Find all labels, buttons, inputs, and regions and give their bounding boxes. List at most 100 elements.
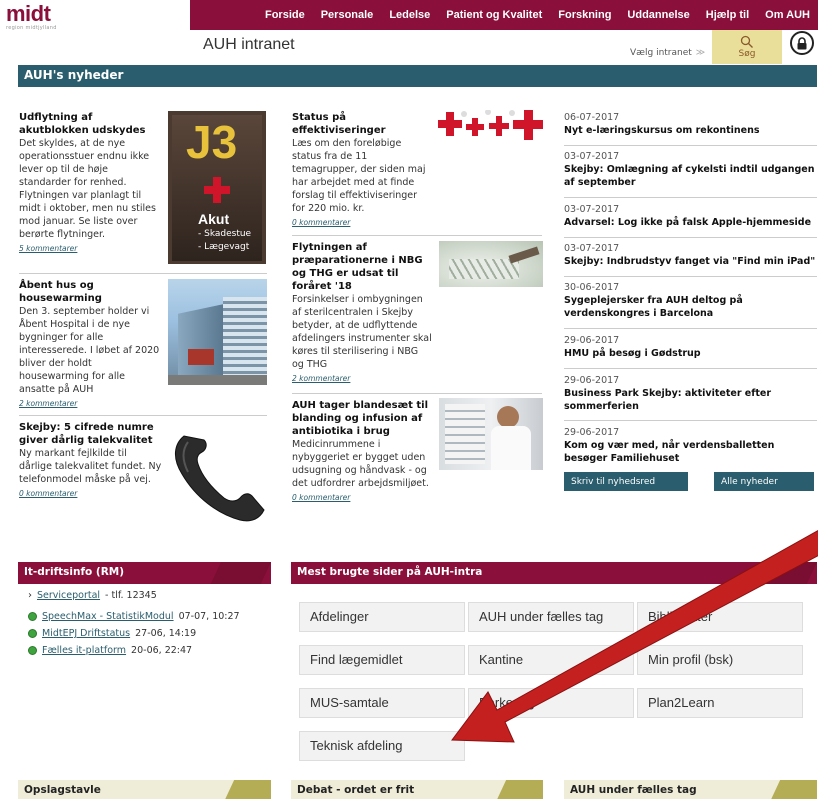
it-header-text: It-driftsinfo (RM) [24, 566, 125, 578]
it-status-link[interactable]: MidtEPJ Driftstatus [42, 628, 130, 639]
quick-link-kantine[interactable]: Kantine [468, 645, 634, 675]
side-news-item[interactable]: 03-07-2017 Skejby: Indbrudstyv fanget vi… [564, 242, 817, 268]
side-news-item[interactable]: 30-06-2017 Sygeplejersker fra AUH deltog… [564, 281, 817, 320]
site-title: AUH intranet [203, 36, 295, 53]
it-status-time: 07-07, 10:27 [178, 611, 240, 622]
quick-link-mus-samtale[interactable]: MUS-samtale [299, 688, 465, 718]
nav-uddannelse[interactable]: Uddannelse [619, 9, 697, 21]
status-ok-icon [28, 612, 37, 621]
article[interactable]: AUH tager blandesæt til blanding og infu… [292, 399, 432, 504]
divider [564, 276, 817, 277]
search-button[interactable]: Søg [712, 30, 782, 64]
comments-link[interactable]: 2 kommentarer [19, 397, 162, 410]
nav-ledelse[interactable]: Ledelse [381, 9, 438, 21]
side-news-item[interactable]: 29-06-2017 HMU på besøg i Gødstrup [564, 334, 817, 360]
hospital-building-image[interactable] [168, 279, 267, 385]
nav-om-auh[interactable]: Om AUH [757, 9, 818, 21]
nav-personale[interactable]: Personale [313, 9, 382, 21]
it-status-time: 20-06, 22:47 [131, 645, 193, 656]
akut-sign-image[interactable]: J3 Akut - Skadestue - Lægevagt [168, 111, 266, 264]
header-accent [756, 562, 817, 584]
side-news-item[interactable]: 29-06-2017 Business Park Skejby: aktivit… [564, 374, 817, 413]
article[interactable]: Åbent hus og housewarming Den 3. septemb… [19, 279, 162, 410]
debate-header[interactable]: Debat - ordet er frit [291, 780, 543, 799]
bulletin-board-header[interactable]: Opslagstavle [18, 780, 271, 799]
article[interactable]: Skejby: 5 cifrede numre giver dårlig tal… [19, 421, 162, 500]
news-date: 29-06-2017 [564, 427, 620, 438]
it-status-time: 27-06, 14:19 [135, 628, 197, 639]
architecture-model-image[interactable] [439, 241, 543, 287]
news-title[interactable]: Sygeplejersker fra AUH deltog på verdens… [564, 294, 817, 320]
article[interactable]: Flytningen af præparationerne i NBG og T… [292, 241, 432, 385]
divider [564, 420, 817, 421]
article-title[interactable]: AUH tager blandesæt til blanding og infu… [292, 399, 432, 438]
quick-link-auh-under-faelles-tag[interactable]: AUH under fælles tag [468, 602, 634, 632]
telephone-handset-image[interactable] [170, 422, 267, 526]
article-title[interactable]: Udflytning af akutblokken udskydes [19, 111, 162, 137]
footer-header-text: Debat - ordet er frit [297, 784, 415, 796]
news-title[interactable]: Business Park Skejby: aktiviteter efter … [564, 387, 817, 413]
news-title[interactable]: Advarsel: Log ikke på falsk Apple-hjemme… [564, 216, 817, 229]
all-news-button[interactable]: Alle nyheder [714, 472, 814, 491]
comments-link[interactable]: 0 kommentarer [292, 491, 432, 504]
login-button[interactable] [790, 31, 814, 55]
side-news-item[interactable]: 03-07-2017 Advarsel: Log ikke på falsk A… [564, 203, 817, 229]
side-news-item[interactable]: 06-07-2017 Nyt e-læringskursus om rekont… [564, 111, 817, 137]
quick-link-find-laegemidlet[interactable]: Find lægemidlet [299, 645, 465, 675]
logo-subtext: region midtjylland [6, 25, 57, 31]
comments-link[interactable]: 5 kommentarer [19, 242, 162, 255]
news-title[interactable]: Skejby: Indbrudstyv fanget via "Find min… [564, 255, 817, 268]
nav-patient-kvalitet[interactable]: Patient og Kvalitet [438, 9, 550, 21]
quick-link-biblioteker[interactable]: Bibliotekter [637, 602, 803, 632]
nav-forskning[interactable]: Forskning [550, 9, 619, 21]
article-title[interactable]: Skejby: 5 cifrede numre giver dårlig tal… [19, 421, 162, 447]
nav-hjaelp-til[interactable]: Hjælp til [698, 9, 757, 21]
sign-code: J3 [186, 116, 238, 168]
medicine-room-image[interactable] [439, 398, 543, 470]
logo-text: midt [6, 1, 51, 26]
news-date: 03-07-2017 [564, 204, 620, 215]
article-body: Medicinrummene i nybyggeriet er bygget u… [292, 439, 429, 489]
sign-laegevagt: - Lægevagt [198, 242, 250, 252]
divider [564, 145, 817, 146]
header-accent [210, 562, 271, 584]
it-status-item: Fælles it-platform 20-06, 22:47 [28, 645, 192, 656]
search-icon [740, 35, 753, 48]
it-status-link[interactable]: SpeechMax - StatistikModul [42, 611, 174, 622]
article[interactable]: Udflytning af akutblokken udskydes Det s… [19, 111, 162, 255]
nav-forside[interactable]: Forside [257, 9, 313, 21]
news-title[interactable]: Skejby: Omlægning af cykelsti indtil udg… [564, 163, 817, 189]
quick-link-teknisk-afdeling[interactable]: Teknisk afdeling [299, 731, 465, 761]
red-cross-icon [204, 177, 230, 203]
article[interactable]: Status på effektiviseringer Læs om den f… [292, 111, 432, 229]
region-logo[interactable]: midt region midtjylland [6, 1, 57, 32]
quick-link-plan2learn[interactable]: Plan2Learn [637, 688, 803, 718]
comments-link[interactable]: 2 kommentarer [292, 372, 432, 385]
news-title[interactable]: HMU på besøg i Gødstrup [564, 347, 817, 360]
divider [564, 197, 817, 198]
serviceportal-link[interactable]: Serviceportal [37, 590, 100, 601]
comments-link[interactable]: 0 kommentarer [19, 487, 162, 500]
article-title[interactable]: Status på effektiviseringer [292, 111, 432, 137]
quick-link-parkering[interactable]: Parkering [468, 688, 634, 718]
red-crosses-image[interactable] [438, 110, 543, 144]
auh-under-faelles-tag-header[interactable]: AUH under fælles tag [564, 780, 817, 799]
side-news-item[interactable]: 03-07-2017 Skejby: Omlægning af cykelsti… [564, 150, 817, 189]
article-title[interactable]: Flytningen af præparationerne i NBG og T… [292, 241, 432, 293]
comments-link[interactable]: 0 kommentarer [292, 216, 432, 229]
it-status-link[interactable]: Fælles it-platform [42, 645, 126, 656]
news-title[interactable]: Kom og vær med, når verdensballetten bes… [564, 439, 817, 465]
news-title[interactable]: Nyt e-læringskursus om rekontinens [564, 124, 817, 137]
divider [564, 237, 817, 238]
article-body: Ny markant fejlkilde til dårlige talekva… [19, 448, 162, 485]
intranet-select[interactable]: Vælg intranet ≫ [630, 48, 705, 58]
quick-link-afdelinger[interactable]: Afdelinger [299, 602, 465, 632]
divider [564, 368, 817, 369]
chevron-down-icon: ≫ [695, 48, 706, 58]
side-news-item[interactable]: 29-06-2017 Kom og vær med, når verdensba… [564, 426, 817, 465]
phone-icon [175, 435, 265, 522]
write-to-newsroom-button[interactable]: Skriv til nyhedsred [564, 472, 688, 491]
quick-link-min-profil[interactable]: Min profil (bsk) [637, 645, 803, 675]
article-title[interactable]: Åbent hus og housewarming [19, 279, 162, 305]
news-date: 06-07-2017 [564, 112, 620, 123]
